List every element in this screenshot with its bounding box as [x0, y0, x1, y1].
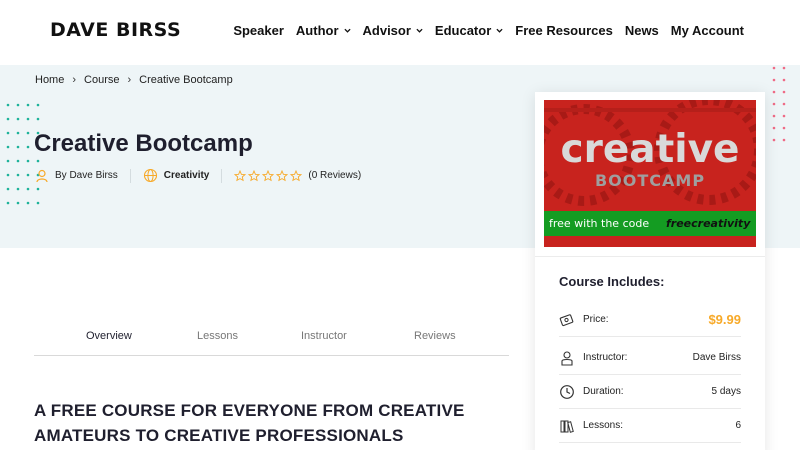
nav-speaker[interactable]: Speaker	[233, 23, 284, 38]
thumbnail-title: creative	[560, 127, 739, 172]
site-logo[interactable]: DAVE BIRSS	[50, 19, 181, 41]
nav-advisor[interactable]: Advisor	[363, 23, 423, 38]
rating-stars	[234, 169, 303, 182]
course-rating: (0 Reviews)	[234, 169, 361, 182]
author-icon	[36, 169, 48, 182]
nav-advisor-label: Advisor	[362, 23, 411, 38]
breadcrumb: Home › Course › Creative Bootcamp	[35, 74, 233, 86]
meta-divider	[129, 168, 131, 183]
info-row-price: Price: $9.99	[559, 303, 741, 337]
nav-news-label: News	[624, 23, 659, 38]
info-row-duration: Duration: 5 days	[559, 375, 741, 409]
instructor-icon	[561, 350, 573, 366]
page-title: Creative Bootcamp	[34, 130, 253, 157]
price-tag-icon	[559, 313, 574, 326]
thumbnail-subtitle: BOOTCAMP	[595, 171, 705, 190]
breadcrumb-course[interactable]: Course	[84, 74, 119, 86]
star-icon	[290, 169, 303, 181]
duration-value: 5 days	[711, 386, 741, 397]
nav-educator[interactable]: Educator	[435, 23, 503, 38]
nav-author-label: Author	[295, 23, 339, 38]
chevron-down-icon	[416, 28, 423, 33]
card-divider	[535, 256, 765, 257]
chevron-right-icon: ›	[72, 74, 77, 86]
duration-label: Duration:	[583, 386, 624, 397]
nav-speaker-label: Speaker	[233, 23, 284, 38]
tab-reviews[interactable]: Reviews	[414, 330, 456, 342]
star-icon	[262, 169, 275, 181]
tab-lessons[interactable]: Lessons	[197, 330, 238, 342]
breadcrumb-current: Creative Bootcamp	[139, 74, 233, 86]
instructor-label: Instructor:	[583, 352, 628, 363]
main-nav: Speaker Author Advisor Educator Free Res…	[233, 23, 744, 38]
books-icon	[560, 420, 574, 433]
nav-my-account-label: My Account	[670, 23, 744, 38]
tab-instructor[interactable]: Instructor	[301, 330, 347, 342]
thumbnail-code: freecreativity	[666, 217, 751, 230]
nav-my-account[interactable]: My Account	[671, 23, 744, 38]
course-meta: By Dave Birss Creativity (0 Reviews)	[35, 168, 361, 183]
category-label: Creativity	[163, 170, 210, 181]
meta-divider	[221, 168, 223, 183]
nav-author[interactable]: Author	[296, 23, 351, 38]
decorative-dots-right	[772, 66, 786, 142]
globe-icon	[143, 168, 157, 183]
breadcrumb-home[interactable]: Home	[35, 74, 64, 86]
info-row-instructor: Instructor: Dave Birss	[559, 341, 741, 375]
nav-educator-label: Educator	[434, 23, 492, 38]
course-tabs: Overview Lessons Instructor Reviews	[34, 330, 509, 356]
nav-free-resources[interactable]: Free Resources	[515, 23, 613, 38]
includes-title: Course Includes:	[559, 274, 665, 289]
instructor-value: Dave Birss	[692, 352, 741, 363]
nav-free-resources-label: Free Resources	[515, 23, 613, 38]
review-count[interactable]: (0 Reviews)	[308, 170, 361, 181]
star-icon	[248, 169, 261, 181]
site-header: DAVE BIRSS Speaker Author Advisor Educat…	[0, 0, 800, 65]
star-icon	[234, 169, 247, 181]
course-info-card: creative BOOTCAMP free with the code fre…	[535, 92, 765, 450]
course-category[interactable]: Creativity	[143, 168, 210, 183]
course-thumbnail: creative BOOTCAMP free with the code fre…	[544, 100, 756, 247]
nav-news[interactable]: News	[625, 23, 659, 38]
author-label: By Dave Birss	[55, 170, 118, 181]
star-icon	[276, 169, 289, 181]
info-row-lessons: Lessons: 6	[559, 409, 741, 443]
tab-overview[interactable]: Overview	[86, 330, 132, 342]
price-label: Price:	[583, 314, 609, 325]
decorative-dots-left	[6, 103, 40, 205]
lessons-value: 6	[735, 420, 741, 431]
thumbnail-strip-text: free with the code	[549, 217, 649, 230]
course-author[interactable]: By Dave Birss	[35, 169, 118, 183]
chevron-down-icon	[496, 28, 503, 33]
overview-heading: A FREE COURSE FOR EVERYONE FROM CREATIVE…	[34, 401, 465, 445]
lessons-label: Lessons:	[583, 420, 624, 431]
chevron-right-icon: ›	[127, 74, 132, 86]
chevron-down-icon	[343, 28, 351, 33]
clock-icon	[560, 384, 574, 399]
price-value: $9.99	[708, 312, 741, 327]
